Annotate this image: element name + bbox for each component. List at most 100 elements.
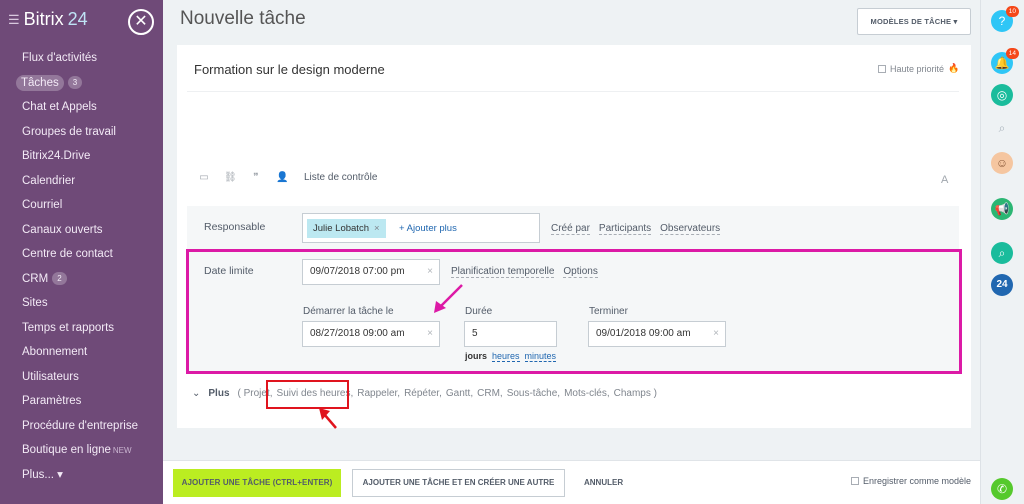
mention-icon[interactable]: 👤 xyxy=(276,172,288,183)
task-templates-label: MODÈLES DE TÂCHE xyxy=(870,17,952,26)
sidebar-item-label: Tâches xyxy=(16,74,64,91)
options-link[interactable]: Options xyxy=(563,266,598,278)
new-badge: NEW xyxy=(112,446,132,455)
created-by-link[interactable]: Créé par xyxy=(551,223,590,235)
sidebar-item-open-channels[interactable]: Canaux ouverts xyxy=(0,218,163,243)
time-planning-link[interactable]: Planification temporelle xyxy=(451,266,555,278)
sidebar-item-label: Calendrier xyxy=(22,174,76,187)
annotation-red-box xyxy=(266,380,349,409)
high-priority-checkbox[interactable] xyxy=(878,64,886,73)
sidebar-item-contact-center[interactable]: Centre de contact xyxy=(0,242,163,267)
more-item-gantt[interactable]: Gantt, xyxy=(446,388,473,399)
start-date-value: 08/27/2018 09:00 am xyxy=(310,328,405,339)
sidebar-item-activity-stream[interactable]: Flux d'activités xyxy=(0,46,163,71)
sidebar-item-label: Abonnement xyxy=(22,346,88,358)
flame-icon: 🔥 xyxy=(948,63,960,73)
sidebar-item-label: Utilisateurs xyxy=(22,370,79,383)
more-item-fields[interactable]: Champs ) xyxy=(614,388,657,399)
role-links: Créé par Participants Observateurs xyxy=(551,223,721,235)
sidebar-item-workgroups[interactable]: Groupes de travail xyxy=(0,120,163,145)
save-as-template-checkbox[interactable] xyxy=(851,477,859,485)
more-item-crm[interactable]: CRM, xyxy=(477,388,503,399)
sidebar-item-crm[interactable]: CRM 2 xyxy=(0,267,163,292)
sidebar-item-label: Bitrix24.Drive xyxy=(22,150,91,162)
clear-icon[interactable]: × xyxy=(427,322,433,346)
sidebar-item-label: Sites xyxy=(22,297,48,309)
menu-icon[interactable]: ☰ xyxy=(8,12,20,28)
group-search-icon[interactable]: ⌕ xyxy=(991,242,1013,264)
video-icon[interactable]: ▭ xyxy=(198,172,210,183)
sidebar-item-mail[interactable]: Courriel xyxy=(0,193,163,218)
sidebar-item-label: CRM xyxy=(22,272,49,285)
unit-hours[interactable]: heures xyxy=(492,351,520,362)
clear-icon[interactable]: × xyxy=(713,322,719,346)
megaphone-icon[interactable]: 📢 xyxy=(991,198,1013,220)
observers-link[interactable]: Observateurs xyxy=(660,223,721,235)
sidebar-item-users[interactable]: Utilisateurs xyxy=(0,365,163,390)
more-item-reminder[interactable]: Rappeler, xyxy=(357,388,400,399)
sidebar-item-settings[interactable]: Paramètres xyxy=(0,389,163,414)
add-more-link[interactable]: + Ajouter plus xyxy=(399,220,457,237)
remove-icon[interactable]: × xyxy=(374,223,380,234)
sidebar-item-calendar[interactable]: Calendrier xyxy=(0,169,163,194)
notifications-icon[interactable]: 🔔 14 xyxy=(991,48,1019,74)
sidebar: ☰ Bitrix 24 ✕ Flux d'activités Tâches 3 C… xyxy=(0,0,163,504)
task-templates-button[interactable]: MODÈLES DE TÂCHE ▾ xyxy=(857,8,971,35)
search-icon[interactable]: ⌕ xyxy=(991,117,1013,139)
close-icon[interactable]: ✕ xyxy=(128,9,154,35)
avatar-group-icon[interactable]: ☺ xyxy=(991,152,1013,174)
add-task-button[interactable]: AJOUTER UNE TÂCHE (CTRL+ENTER) xyxy=(173,469,341,497)
start-date-input[interactable]: 08/27/2018 09:00 am × xyxy=(302,321,440,347)
bitrix24-icon[interactable]: 24 xyxy=(991,274,1013,296)
task-title-input[interactable]: Formation sur le design moderne xyxy=(194,62,385,77)
end-date-input[interactable]: 09/01/2018 09:00 am × xyxy=(588,321,726,347)
logo[interactable]: ☰ Bitrix 24 xyxy=(8,9,88,30)
sidebar-item-sites[interactable]: Sites xyxy=(0,291,163,316)
sidebar-item-label: Procédure d'entreprise xyxy=(22,419,138,432)
quote-icon[interactable]: ❞ xyxy=(250,172,262,183)
save-as-template-toggle[interactable]: Enregistrer comme modèle xyxy=(851,476,971,486)
deadline-input[interactable]: 09/07/2018 07:00 pm × xyxy=(302,259,440,285)
end-date-label: Terminer xyxy=(589,306,628,317)
sidebar-item-tasks[interactable]: Tâches 3 xyxy=(0,71,163,96)
unit-days[interactable]: jours xyxy=(465,351,487,362)
sidebar-item-drive[interactable]: Bitrix24.Drive xyxy=(0,144,163,169)
sidebar-item-more[interactable]: Plus... ▾ xyxy=(0,463,163,488)
more-item-tags[interactable]: Mots-clés, xyxy=(564,388,610,399)
chevron-down-icon[interactable]: ⌄ xyxy=(192,388,200,399)
more-options-row: ⌄ Plus ( Projet, Suivi des heures, Rappe… xyxy=(192,388,657,399)
link-icon[interactable]: ⛓ xyxy=(224,172,237,183)
open-channels-icon[interactable]: ◎ xyxy=(991,84,1013,106)
high-priority-toggle[interactable]: Haute priorité 🔥 xyxy=(878,63,959,74)
count-badge: 3 xyxy=(67,75,83,89)
more-label[interactable]: Plus xyxy=(208,388,229,399)
checklist-button[interactable]: Liste de contrôle xyxy=(304,172,377,183)
phone-icon[interactable]: ✆ xyxy=(991,478,1013,500)
participants-link[interactable]: Participants xyxy=(598,223,652,235)
logo-number: 24 xyxy=(67,9,88,29)
add-and-create-button[interactable]: AJOUTER UNE TÂCHE ET EN CRÉER UNE AUTRE xyxy=(352,469,565,497)
sidebar-item-chat[interactable]: Chat et Appels xyxy=(0,95,163,120)
deadline-label: Date limite xyxy=(204,265,254,277)
duration-input[interactable]: 5 xyxy=(464,321,557,347)
responsible-field[interactable]: Julie Lobatch × + Ajouter plus xyxy=(302,213,540,243)
more-item-subtask[interactable]: Sous-tâche, xyxy=(507,388,560,399)
sidebar-item-business-process[interactable]: Procédure d'entreprise xyxy=(0,414,163,439)
annotation-arrow-red xyxy=(319,408,337,429)
save-as-template-label: Enregistrer comme modèle xyxy=(863,476,972,486)
cancel-button[interactable]: ANNULER xyxy=(584,478,623,487)
planning-links: Planification temporelle Options xyxy=(451,266,598,278)
user-chip[interactable]: Julie Lobatch × xyxy=(307,219,386,238)
more-item-repeat[interactable]: Répéter, xyxy=(404,388,442,399)
start-date-label: Démarrer la tâche le xyxy=(303,306,394,317)
clear-icon[interactable]: × xyxy=(427,260,433,284)
help-icon[interactable]: ? 10 xyxy=(991,6,1019,32)
sidebar-item-online-store[interactable]: Boutique en ligne NEW xyxy=(0,438,163,463)
sidebar-item-label: Flux d'activités xyxy=(22,52,98,64)
text-format-button[interactable]: A xyxy=(941,174,948,186)
sidebar-item-time-reports[interactable]: Temps et rapports xyxy=(0,316,163,341)
sidebar-item-label: Temps et rapports xyxy=(22,321,115,334)
unit-minutes[interactable]: minutes xyxy=(524,351,557,362)
sidebar-nav: Flux d'activités Tâches 3 Chat et Appels … xyxy=(0,46,163,487)
sidebar-item-subscription[interactable]: Abonnement xyxy=(0,340,163,365)
